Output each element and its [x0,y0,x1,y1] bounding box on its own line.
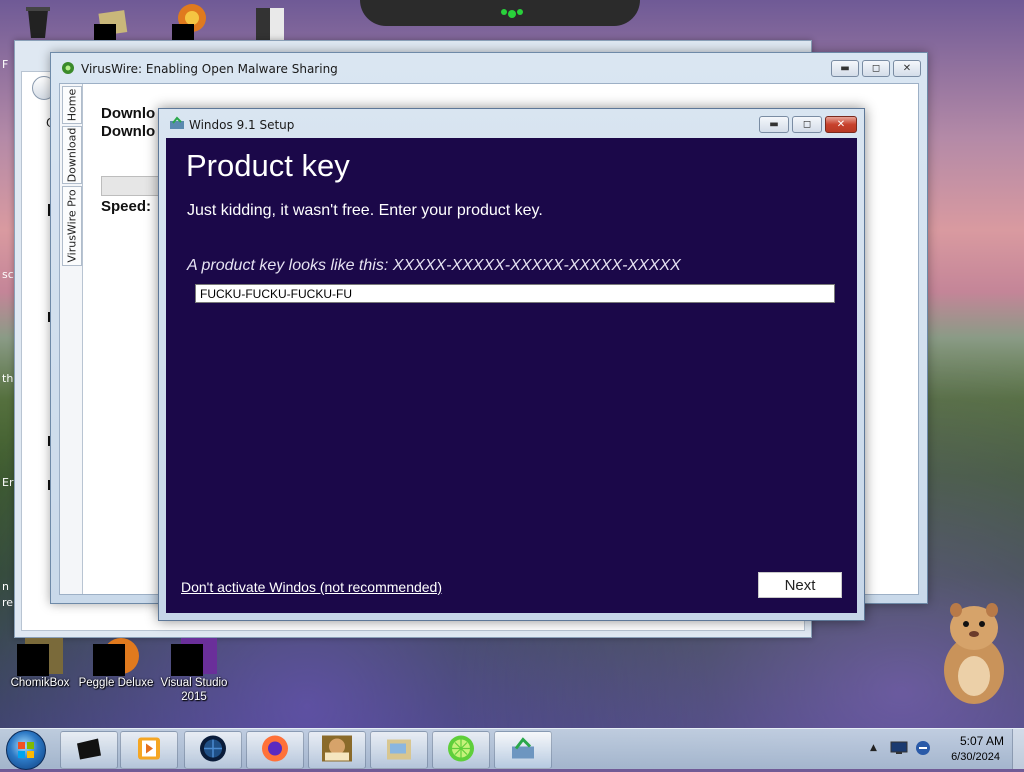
taskbar-lime-app[interactable] [432,731,490,769]
taskbar-window-app[interactable] [60,731,118,769]
dont-activate-link[interactable]: Don't activate Windos (not recommended) [181,579,442,595]
peggle-top-icon[interactable] [170,4,206,40]
taskbar-globe-app[interactable] [184,731,242,769]
media-player-icon [137,737,161,764]
globe-icon [198,734,228,767]
setup-titlebar[interactable]: Windos 9.1 Setup ▬ ◻ ✕ [159,109,864,139]
folder-icon [384,736,414,765]
firefox-icon [261,735,289,766]
viruswire-tab-strip: Home Download VirusWire Pro [60,84,83,594]
green-indicator-icon [498,6,526,18]
minimize-icon: ▬ [840,63,850,74]
minimize-button[interactable]: ▬ [831,60,859,77]
taskbar-chomikbox[interactable] [308,731,366,769]
maximize-icon: ◻ [871,63,881,74]
page-subtitle: Just kidding, it wasn't free. Enter your… [187,202,543,219]
viruswire-titlebar[interactable]: VirusWire: Enabling Open Malware Sharing… [51,53,927,83]
taskbar-media-player[interactable] [120,731,178,769]
close-icon: ✕ [902,63,912,74]
setup-window[interactable]: Windos 9.1 Setup ▬ ◻ ✕ Product key Just … [158,108,865,621]
minimize-icon: ▬ [769,119,779,130]
taskbar-folder-app[interactable] [370,731,428,769]
viruswire-title: VirusWire: Enabling Open Malware Sharing [81,62,338,76]
setup-icon [169,116,184,130]
taskbar: ▲ 5:07 AM 6/30/2024 [0,728,1024,770]
desktop-icon-peggle[interactable]: Peggle Deluxe [76,638,156,690]
volume-icon[interactable] [914,739,932,757]
window-app-icon [74,736,104,765]
download-progress-bar [101,176,163,196]
speed-label: Speed: [101,198,152,215]
tab-home[interactable]: Home [62,86,82,124]
maximize-icon: ◻ [802,119,812,130]
setup-client: Product key Just kidding, it wasn't free… [166,138,857,613]
setup-taskbar-icon [510,737,536,764]
desktop-icon-visual-studio[interactable]: Visual Studio 2015 [154,638,234,704]
taskbar-firefox[interactable] [246,731,304,769]
next-button[interactable]: Next [758,572,842,598]
product-key-hint: A product key looks like this: XXXXX-XXX… [187,257,681,274]
edge-text-6: re [2,596,14,609]
tab-viruswire-pro[interactable]: VirusWire Pro [62,186,82,266]
hamster-mascot-icon[interactable] [934,598,1014,708]
close-icon: ✕ [836,119,846,130]
edge-text-1: F [2,58,9,71]
recycle-bin-icon[interactable] [20,4,56,40]
desktop-icon-label: Visual Studio 2015 [160,677,228,703]
desktop-icon-label: ChomikBox [10,677,70,689]
document-top-icon[interactable] [252,4,288,40]
chomikbox-taskbar-icon [321,735,353,766]
edge-text-4: Er [2,476,14,489]
close-button[interactable]: ✕ [893,60,921,77]
desktop-icon-chomikbox[interactable]: ChomikBox [0,638,80,690]
network-icon[interactable] [890,741,908,755]
page-title: Product key [186,148,350,183]
product-key-input[interactable] [195,284,835,303]
show-desktop-button[interactable] [1012,729,1024,769]
edge-text-3: th [2,372,14,385]
setup-title: Windos 9.1 Setup [189,118,295,132]
clock-date[interactable]: 6/30/2024 [951,751,1000,763]
edge-text-2: sc [2,268,14,281]
setup-minimize-button[interactable]: ▬ [759,116,789,133]
desktop-icon-label: Peggle Deluxe [78,677,154,689]
setup-maximize-button[interactable]: ◻ [792,116,822,133]
edge-text-5: n [2,580,9,593]
show-hidden-icons-button[interactable]: ▲ [870,743,877,753]
folder-stack-icon[interactable] [92,4,128,40]
clock-time[interactable]: 5:07 AM [960,734,1004,748]
maximize-button[interactable]: ◻ [862,60,890,77]
taskbar-setup-app[interactable] [494,731,552,769]
viruswire-logo-icon [61,61,75,75]
tab-download[interactable]: Download [62,126,82,184]
lime-icon [447,735,475,766]
download-label-1: Downlo [101,105,156,122]
download-label-2: Downlo [101,123,156,140]
start-button[interactable] [6,730,46,770]
windows-logo-icon [18,742,34,758]
setup-close-button[interactable]: ✕ [825,116,857,133]
